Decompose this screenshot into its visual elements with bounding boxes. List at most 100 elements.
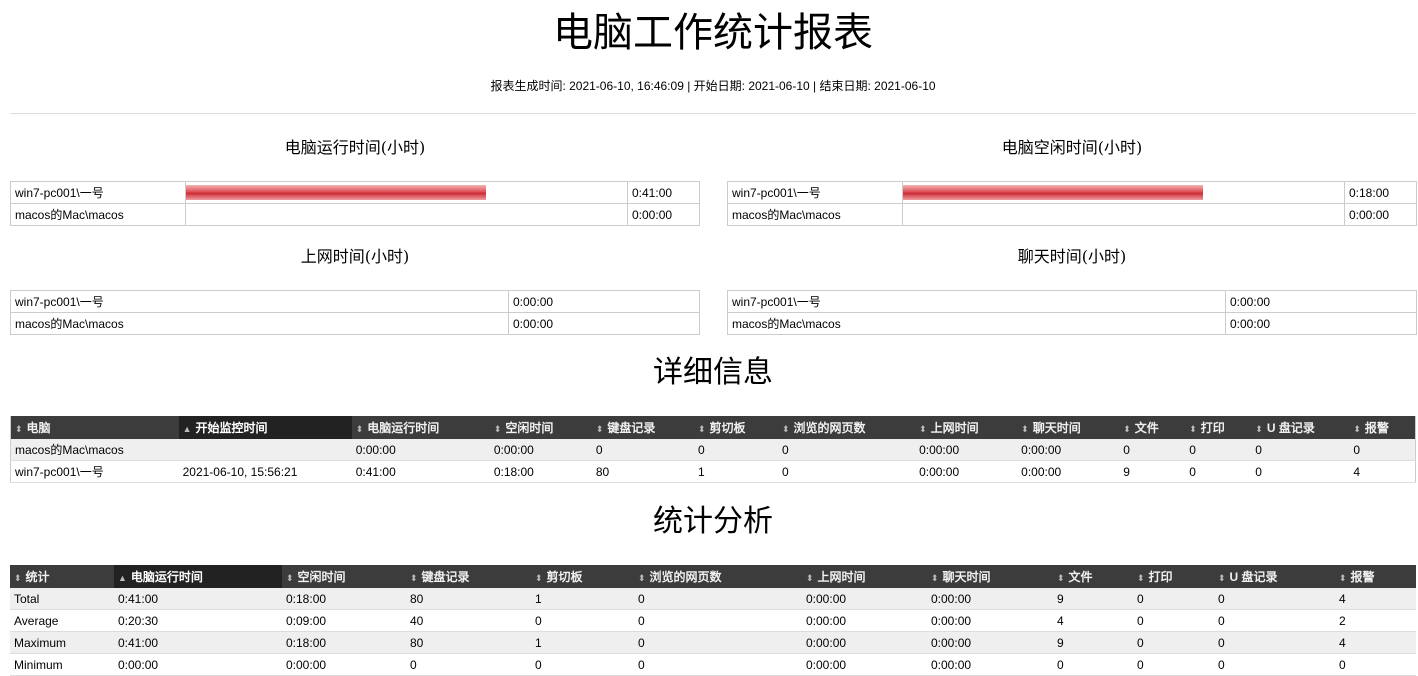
table-cell: 2	[1335, 609, 1416, 632]
sort-icon: ⬍	[1339, 573, 1347, 583]
stats-header-row: ⬍ 统计 ▲ 电脑运行时间 ⬍ 空闲时间 ⬍ 键盘记录 ⬍ 剪切板 ⬍ 浏览的网页数 ⬍ 上网时间 ⬍ 聊天时…	[10, 565, 1416, 588]
sort-icon: ⬍	[919, 424, 927, 434]
table-cell: 0	[693, 439, 778, 461]
chat-time-value: 0:00:00	[1225, 290, 1417, 313]
column-header-label: 电脑	[26, 421, 51, 435]
table-row: Average 0:20:30 0:09:00 40 0 0 0:00:00 0:00:00 4…	[10, 609, 1416, 632]
column-header-label: 开始监控时间	[195, 421, 268, 435]
table-cell: 0	[406, 653, 531, 676]
column-header[interactable]: ⬍ 空闲时间	[489, 416, 592, 439]
sort-icon: ⬍	[1123, 424, 1131, 434]
online-time-table: win7-pc001\一号 0:00:00 macos的Mac\macos 0:…	[10, 290, 700, 335]
bar-cell	[902, 203, 1345, 226]
table-cell: 9	[1053, 588, 1133, 610]
table-cell: Average	[10, 609, 114, 632]
table-row: Minimum 0:00:00 0:00:00 0 0 0 0:00:00 0:00:00 0 0…	[10, 653, 1416, 676]
column-header[interactable]: ⬍ 报警	[1335, 565, 1416, 588]
table-cell: 0:41:00	[114, 588, 282, 610]
column-header[interactable]: ⬍ 电脑	[9, 416, 179, 439]
column-header[interactable]: ⬍ 文件	[1119, 416, 1186, 439]
detail-section-title: 详细信息	[653, 355, 773, 390]
sort-icon: ⬍	[493, 424, 502, 434]
computer-name: macos的Mac\macos	[727, 312, 1226, 335]
column-header[interactable]: ⬍ U 盘记录	[1214, 565, 1335, 588]
table-cell: win7-pc001\一号	[9, 460, 179, 483]
computer-name: win7-pc001\一号	[727, 290, 1226, 313]
table-cell: 0	[1133, 609, 1214, 632]
computer-name: macos的Mac\macos	[727, 203, 903, 226]
column-header[interactable]: ⬍ 键盘记录	[406, 565, 531, 588]
run-time-row: macos的Mac\macos 0:00:00	[10, 203, 700, 226]
column-header[interactable]: ▲ 开始监控时间	[178, 416, 352, 439]
column-header[interactable]: ⬍ 聊天时间	[927, 565, 1053, 588]
table-cell: 0	[634, 609, 802, 632]
table-cell: 0	[1133, 653, 1214, 676]
column-header[interactable]: ⬍ 聊天时间	[1017, 416, 1120, 439]
table-row: Total 0:41:00 0:18:00 80 1 0 0:00:00 0:00:00 9 0 0…	[10, 588, 1416, 610]
run-time-value: 0:00:00	[627, 203, 700, 226]
column-header-label: 上网时间	[930, 421, 979, 435]
column-header-label: 电脑运行时间	[367, 421, 440, 435]
column-header[interactable]: ⬍ 上网时间	[915, 416, 1018, 439]
table-row: macos的Mac\macos 0:00:00 0:00:00 0 0 0 0:00:00 0…	[9, 439, 1417, 461]
table-cell: 0:00:00	[1017, 439, 1120, 461]
table-cell: 1	[531, 631, 634, 654]
table-cell: 0:18:00	[282, 588, 406, 610]
table-cell: 4	[1349, 460, 1417, 483]
table-cell: 80	[406, 588, 531, 610]
column-header-label: 浏览的网页数	[793, 421, 866, 435]
column-header[interactable]: ⬍ 报警	[1349, 416, 1417, 439]
table-cell: 4	[1335, 631, 1416, 654]
table-cell: Minimum	[10, 653, 114, 676]
column-header-label: 键盘记录	[607, 421, 656, 435]
column-header-label: 打印	[1148, 570, 1173, 584]
online-time-value: 0:00:00	[508, 312, 700, 335]
table-cell: 0	[531, 653, 634, 676]
column-header[interactable]: ⬍ 打印	[1133, 565, 1214, 588]
sort-icon: ⬍	[806, 573, 814, 583]
table-cell: 0	[591, 439, 694, 461]
table-cell: 9	[1053, 631, 1133, 654]
column-header[interactable]: ▲ 电脑运行时间	[114, 565, 282, 588]
column-header-label: U 盘记录	[1266, 421, 1315, 435]
column-header[interactable]: ⬍ 电脑运行时间	[351, 416, 490, 439]
table-cell: 0:20:30	[114, 609, 282, 632]
table-cell: 0	[1053, 653, 1133, 676]
table-cell: 0:00:00	[802, 631, 927, 654]
sort-icon: ⬍	[286, 573, 294, 583]
table-cell: 0	[1251, 439, 1350, 461]
column-header[interactable]: ⬍ 空闲时间	[282, 565, 406, 588]
column-header[interactable]: ⬍ 剪切板	[693, 416, 778, 439]
column-header[interactable]: ⬍ 打印	[1185, 416, 1252, 439]
column-header[interactable]: ⬍ 浏览的网页数	[777, 416, 916, 439]
idle-time-row: macos的Mac\macos 0:00:00	[727, 203, 1417, 226]
table-cell: Maximum	[10, 631, 114, 654]
sort-icon: ⬍	[1218, 573, 1226, 583]
sort-icon: ⬍	[1137, 573, 1145, 583]
table-cell: 0	[1185, 439, 1252, 461]
column-header-label: 上网时间	[817, 570, 866, 584]
chat-time-row: win7-pc001\一号 0:00:00	[727, 290, 1417, 313]
sort-icon: ⬍	[1057, 573, 1065, 583]
column-header[interactable]: ⬍ 上网时间	[802, 565, 927, 588]
column-header[interactable]: ⬍ 统计	[10, 565, 114, 588]
computer-name: macos的Mac\macos	[10, 312, 509, 335]
sort-ascending-icon: ▲	[182, 424, 192, 434]
column-header[interactable]: ⬍ 键盘记录	[591, 416, 694, 439]
table-cell	[178, 439, 352, 461]
column-header[interactable]: ⬍ 剪切板	[531, 565, 634, 588]
table-cell: 0	[777, 439, 916, 461]
bar-cell	[185, 203, 628, 226]
column-header-label: 浏览的网页数	[649, 570, 722, 584]
report-title: 电脑工作统计报表	[553, 10, 873, 56]
table-cell: 0:00:00	[927, 631, 1053, 654]
table-cell: 0:00:00	[915, 439, 1018, 461]
column-header[interactable]: ⬍ 文件	[1053, 565, 1133, 588]
table-cell: 40	[406, 609, 531, 632]
stats-table: ⬍ 统计 ▲ 电脑运行时间 ⬍ 空闲时间 ⬍ 键盘记录 ⬍ 剪切板 ⬍ 浏览的网页数 ⬍ 上网时间 ⬍ 聊天时…	[10, 565, 1416, 676]
column-header[interactable]: ⬍ 浏览的网页数	[634, 565, 802, 588]
computer-name: win7-pc001\一号	[10, 181, 186, 204]
sort-icon: ⬍	[638, 573, 646, 583]
column-header[interactable]: ⬍ U 盘记录	[1251, 416, 1350, 439]
chat-time-table: win7-pc001\一号 0:00:00 macos的Mac\macos 0:…	[727, 290, 1417, 335]
